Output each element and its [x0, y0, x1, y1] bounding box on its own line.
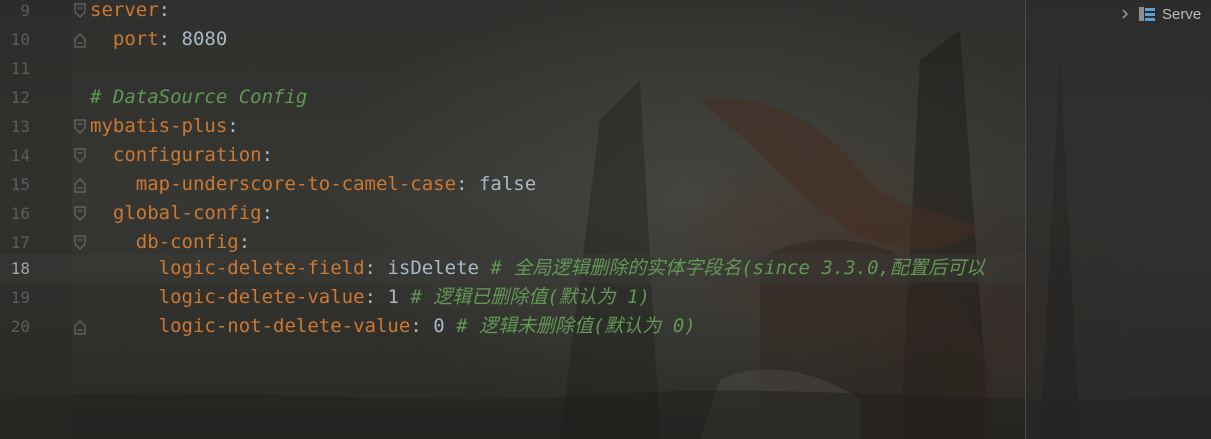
line-number: 15: [10, 175, 30, 194]
line-number: 16: [10, 204, 30, 223]
yaml-key: server: [90, 0, 159, 21]
code-line[interactable]: logic-delete-value: 1 # 逻辑已删除值(默认为 1): [90, 283, 650, 312]
code-line-active[interactable]: logic-delete-field: isDelete # 全局逻辑删除的实体…: [90, 254, 985, 283]
code-line[interactable]: logic-not-delete-value: 0 # 逻辑未删除值(默认为 0…: [90, 312, 696, 341]
line-number: 12: [10, 88, 30, 107]
yaml-value: 0: [421, 315, 445, 337]
fold-collapse-icon[interactable]: [74, 112, 86, 141]
fold-end-icon[interactable]: [74, 170, 86, 199]
yaml-key: db-config: [135, 231, 239, 253]
line-number: 20: [10, 317, 30, 336]
project-tool-window: [1026, 0, 1211, 439]
chevron-right-icon[interactable]: [1118, 7, 1132, 21]
line-number: 13: [10, 117, 30, 136]
yaml-value: false: [467, 173, 537, 195]
code-line[interactable]: port: 8080: [90, 25, 227, 54]
yaml-comment: # DataSource Config: [90, 86, 308, 108]
yaml-colon: :: [364, 286, 376, 308]
code-line[interactable]: mybatis-plus:: [90, 112, 239, 141]
yaml-key: logic-delete-field: [158, 257, 365, 279]
yaml-colon: :: [261, 144, 274, 166]
yaml-key: global-config: [112, 202, 262, 224]
yaml-key: port: [112, 28, 159, 50]
yaml-colon: :: [364, 257, 376, 279]
fold-collapse-icon[interactable]: [74, 0, 86, 25]
yaml-colon: :: [456, 173, 468, 195]
yaml-comment: # 逻辑已删除值(默认为 1): [398, 286, 650, 308]
yaml-key: logic-delete-value: [158, 286, 365, 308]
code-line[interactable]: global-config:: [90, 199, 273, 228]
code-editor[interactable]: 9 10 11 12 13 14 15 16 17 18 19 20 serve: [0, 0, 1211, 439]
code-line[interactable]: # DataSource Config: [90, 83, 307, 112]
yaml-value: 8080: [170, 28, 228, 50]
fold-end-icon[interactable]: [74, 25, 86, 54]
fold-collapse-icon[interactable]: [74, 228, 86, 257]
yaml-colon: :: [158, 28, 171, 50]
yaml-key: map-underscore-to-camel-case: [135, 173, 457, 195]
line-number: 11: [10, 59, 30, 78]
yaml-colon: :: [410, 315, 422, 337]
code-line[interactable]: configuration:: [90, 141, 273, 170]
yaml-colon: :: [261, 202, 274, 224]
code-line[interactable]: map-underscore-to-camel-case: false: [90, 170, 536, 199]
line-number: 9: [20, 1, 30, 20]
server-icon: [1139, 7, 1155, 21]
code-line[interactable]: db-config:: [90, 228, 250, 257]
yaml-value: isDelete: [376, 257, 479, 279]
yaml-colon: :: [158, 0, 171, 21]
yaml-comment: # 逻辑未删除值(默认为 0): [444, 315, 696, 337]
fold-end-icon[interactable]: [74, 312, 86, 341]
yaml-value: 1: [376, 286, 399, 308]
yaml-key: logic-not-delete-value: [158, 315, 411, 337]
tree-item-label: Serve: [1162, 5, 1202, 23]
yaml-key: configuration: [112, 144, 262, 166]
line-number: 14: [10, 146, 30, 165]
line-number-active: 18: [10, 259, 30, 278]
line-number: 10: [10, 30, 30, 49]
line-number: 19: [10, 288, 30, 307]
fold-collapse-icon[interactable]: [74, 141, 86, 170]
tree-item-server[interactable]: Serve: [1118, 3, 1201, 25]
yaml-colon: :: [227, 115, 239, 137]
yaml-key: mybatis-plus: [90, 115, 228, 137]
code-line[interactable]: server:: [90, 0, 170, 25]
line-number: 17: [10, 233, 30, 252]
yaml-colon: :: [238, 231, 251, 253]
fold-collapse-icon[interactable]: [74, 199, 86, 228]
yaml-comment: # 全局逻辑删除的实体字段名(since 3.3.0,配置后可以: [478, 257, 985, 279]
